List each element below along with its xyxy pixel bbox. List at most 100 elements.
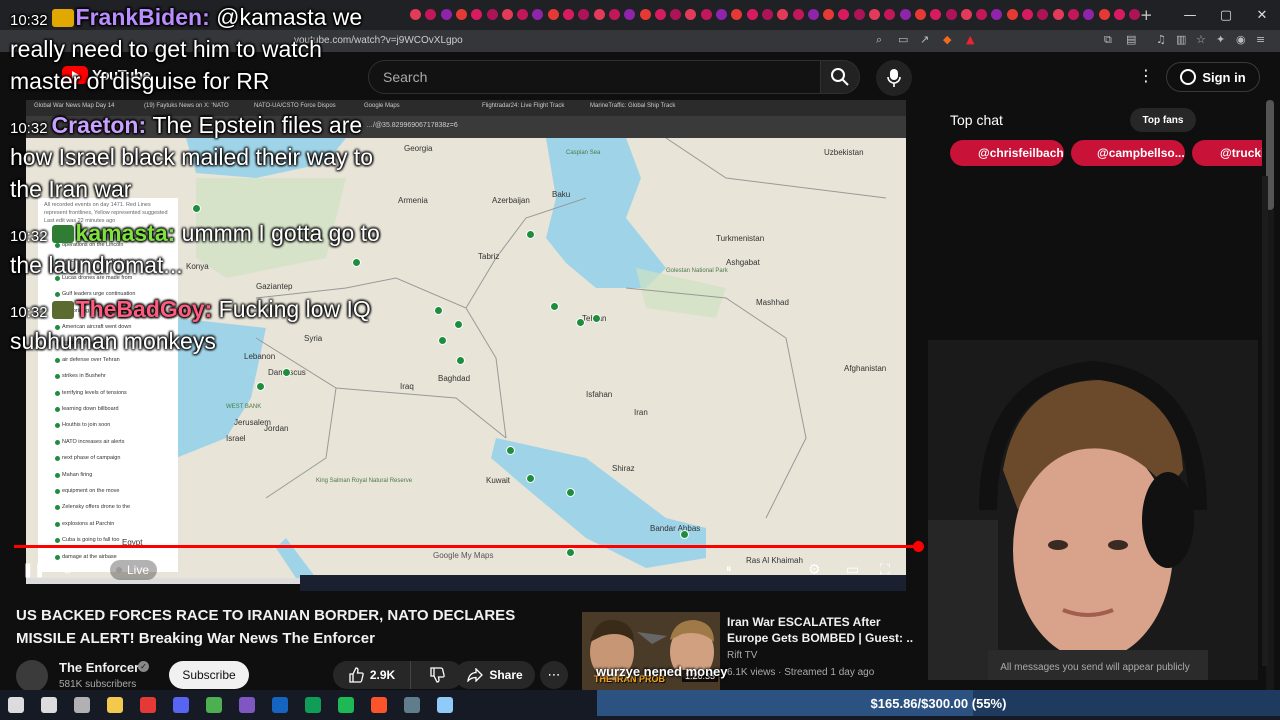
event-list-item[interactable]: strikes in Bushehr (62, 373, 106, 379)
event-list-item[interactable]: Cuba is going to fall too (62, 537, 119, 543)
map-event-pin[interactable] (506, 446, 515, 455)
video-progress-bar[interactable] (14, 545, 920, 548)
event-list-item[interactable]: NATO increases air alerts (62, 439, 124, 445)
taskbar-app-icon[interactable] (107, 697, 123, 713)
tab-favicon[interactable] (991, 9, 1003, 20)
taskbar-app-icon[interactable] (8, 697, 24, 713)
search-input[interactable]: Search (368, 60, 822, 94)
tab-favicon[interactable] (578, 9, 590, 20)
tab-favicon[interactable] (624, 9, 636, 20)
tab-favicon[interactable] (654, 9, 666, 20)
tab-favicon[interactable] (486, 9, 498, 20)
music-icon[interactable]: ♫ (1156, 33, 1166, 46)
map-event-pin[interactable] (566, 488, 575, 497)
progress-scrubber[interactable] (913, 541, 924, 552)
taskbar-app-icon[interactable] (338, 697, 354, 713)
map-event-pin[interactable] (192, 204, 201, 213)
tab-favicon[interactable] (945, 9, 957, 20)
top-fan-pill[interactable]: @truckin (1192, 140, 1262, 166)
extensions-icon[interactable]: ⧉ (1104, 33, 1112, 47)
chat-scrollbar[interactable] (1262, 176, 1268, 666)
like-button[interactable]: 2.9K (333, 661, 411, 689)
top-chat-title[interactable]: Top chat (950, 112, 1003, 128)
taskbar-app-icon[interactable] (173, 697, 189, 713)
minimize-button[interactable]: — (1172, 0, 1208, 30)
more-actions-button[interactable]: ⋯ (540, 661, 568, 689)
tab-favicon[interactable] (960, 9, 972, 20)
volume-icon[interactable]: 🔊︎ (62, 562, 71, 578)
tab-favicon[interactable] (440, 9, 452, 20)
map-event-pin[interactable] (550, 302, 559, 311)
tab-favicon[interactable] (930, 9, 942, 20)
tab-favicon[interactable] (1037, 9, 1049, 20)
tab-favicon[interactable] (471, 9, 483, 20)
voice-search-button[interactable] (876, 60, 912, 96)
tab-favicon[interactable] (914, 9, 926, 20)
tab-favicon[interactable] (746, 9, 758, 20)
close-window-button[interactable]: ✕ (1244, 0, 1280, 30)
tab-favicon[interactable] (761, 9, 773, 20)
tab-favicon[interactable] (1022, 9, 1033, 20)
event-list-item[interactable]: next phase of campaign (62, 455, 120, 461)
tab-favicon[interactable] (517, 9, 529, 20)
live-badge[interactable]: Live (110, 560, 158, 580)
tab-favicon[interactable] (1129, 9, 1141, 20)
tab-favicon[interactable] (532, 9, 544, 20)
tab-favicon[interactable] (1113, 9, 1125, 20)
channel-name[interactable]: The Enforcer (59, 660, 139, 675)
map-event-pin[interactable] (576, 318, 585, 327)
map-event-pin[interactable] (352, 258, 361, 267)
sidebar-icon[interactable]: ▤ (1126, 33, 1136, 46)
tab-favicon[interactable] (1083, 9, 1095, 20)
tab-favicon[interactable] (899, 9, 911, 20)
map-event-pin[interactable] (438, 336, 447, 345)
settings-menu-icon[interactable]: ⋮ (1138, 66, 1154, 85)
subscribe-button[interactable]: Subscribe (169, 661, 249, 689)
sign-in-button[interactable]: Sign in (1166, 62, 1260, 92)
recommended-title[interactable]: Iran War ESCALATES After Europe Gets BOM… (727, 614, 923, 646)
taskbar-app-icon[interactable] (239, 697, 255, 713)
share-button[interactable]: Share (455, 661, 535, 689)
tab-favicon[interactable] (807, 9, 819, 20)
taskbar-app-icon[interactable] (437, 697, 453, 713)
map-event-pin[interactable] (680, 530, 689, 539)
tab-favicon[interactable] (563, 9, 574, 20)
tab-favicon[interactable] (1067, 9, 1079, 20)
tab-favicon[interactable] (884, 9, 896, 20)
maximize-button[interactable]: ▢ (1208, 0, 1244, 30)
taskbar-app-icon[interactable] (206, 697, 222, 713)
event-list-item[interactable]: Mahan firing (62, 472, 92, 478)
map-event-pin[interactable] (454, 320, 463, 329)
vpn-icon[interactable]: ◉ (1236, 33, 1246, 46)
tab-favicon[interactable] (608, 9, 620, 20)
tab-favicon[interactable] (777, 9, 789, 20)
event-list-item[interactable]: air defense over Tehran (62, 357, 120, 363)
tab-favicon[interactable] (639, 9, 651, 20)
tab-favicon[interactable] (455, 9, 467, 20)
map-event-pin[interactable] (526, 474, 535, 483)
tab-favicon[interactable] (823, 9, 835, 20)
event-list-item[interactable]: explosions at Parchin (62, 521, 114, 527)
map-event-pin[interactable] (456, 356, 465, 365)
taskbar-app-icon[interactable] (305, 697, 321, 713)
map-event-pin[interactable] (434, 306, 443, 315)
autoplay-toggle-icon[interactable]: ⏸︎ (726, 562, 732, 576)
tab-favicon[interactable] (670, 9, 682, 20)
browser-menu-icon[interactable]: ≡ (1256, 33, 1265, 46)
panel-icon[interactable]: ▥ (1176, 33, 1186, 46)
taskbar-app-icon[interactable] (272, 697, 288, 713)
tab-favicon[interactable] (792, 9, 804, 20)
top-fans-button[interactable]: Top fans (1130, 108, 1196, 132)
tab-favicon[interactable] (869, 9, 880, 20)
taskbar-app-icon[interactable] (404, 697, 420, 713)
event-list-item[interactable]: Zelensky offers drone to the (62, 504, 130, 510)
taskbar-app-icon[interactable] (140, 697, 156, 713)
tab-favicon[interactable] (410, 9, 421, 20)
tab-favicon[interactable] (1098, 9, 1110, 20)
tab-favicon[interactable] (716, 9, 727, 20)
leo-icon[interactable]: ✦ (1216, 33, 1225, 46)
top-fan-pill[interactable]: @campbellso... (1071, 140, 1185, 166)
map-event-pin[interactable] (282, 368, 291, 377)
taskbar-app-icon[interactable] (371, 697, 387, 713)
tab-favicon[interactable] (853, 9, 865, 20)
